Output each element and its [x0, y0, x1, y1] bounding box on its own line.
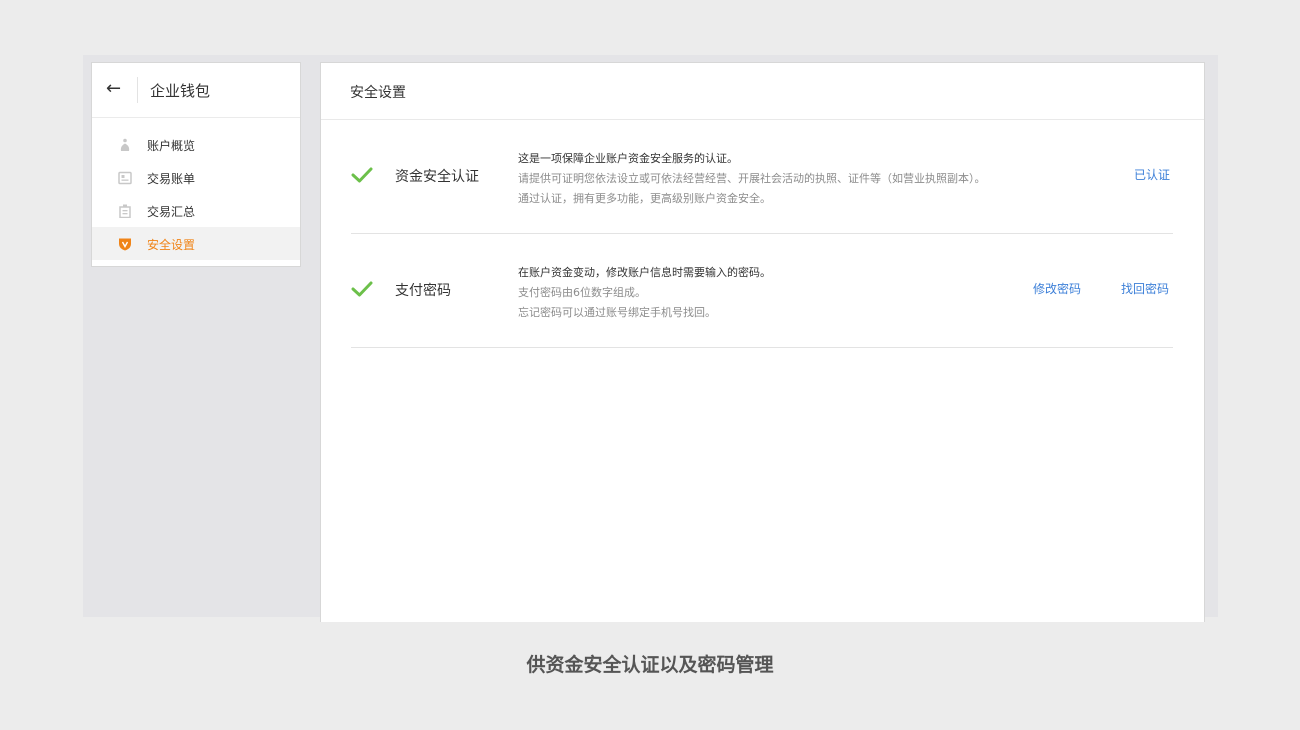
back-arrow-icon[interactable]: ←: [106, 79, 124, 99]
sidebar-item-label: 账户概览: [147, 139, 196, 153]
sidebar-item-account-overview[interactable]: 账户概览: [92, 128, 300, 161]
sidebar-item-label: 安全设置: [147, 238, 196, 252]
main-panel: 安全设置 资金安全认证 这是一项保障企业账户资金安全服务的认证。 请提供可证明您…: [320, 62, 1205, 622]
main-header: 安全设置: [321, 63, 1204, 120]
bill-icon: [118, 171, 132, 185]
sidebar-item-label: 交易账单: [147, 172, 196, 186]
recover-password-link[interactable]: 找回密码: [1121, 280, 1169, 297]
check-icon: [351, 167, 373, 183]
desc-line: 请提供可证明您依法设立或可依法经营经营、开展社会活动的执照、证件等（如营业执照副…: [518, 172, 986, 185]
desc-main: 在账户资金变动，修改账户信息时需要输入的密码。: [518, 266, 771, 279]
check-icon: [351, 281, 373, 297]
row-description: 在账户资金变动，修改账户信息时需要输入的密码。 支付密码由6位数字组成。 忘记密…: [518, 263, 771, 323]
app-frame: ← 企业钱包 账户概览 交易账单 交易汇总 安全设置 安全设置 资金安全认证 这…: [83, 55, 1218, 622]
modify-password-link[interactable]: 修改密码: [1033, 280, 1081, 297]
desc-main: 这是一项保障企业账户资金安全服务的认证。: [518, 152, 738, 165]
sidebar-title: 企业钱包: [150, 82, 211, 100]
money-bag-icon: [120, 138, 130, 151]
sidebar-item-transaction-summary[interactable]: 交易汇总: [92, 194, 300, 227]
page-title: 安全设置: [350, 85, 406, 101]
sidebar-item-label: 交易汇总: [147, 205, 196, 219]
divider: [137, 77, 138, 103]
row-description: 这是一项保障企业账户资金安全服务的认证。 请提供可证明您依法设立或可依法经营经营…: [518, 149, 986, 209]
summary-icon: [119, 204, 131, 218]
shield-icon: [119, 238, 131, 251]
desc-line: 支付密码由6位数字组成。: [518, 286, 646, 299]
security-row-fund-certification: 资金安全认证 这是一项保障企业账户资金安全服务的认证。 请提供可证明您依法设立或…: [351, 119, 1173, 234]
sidebar: ← 企业钱包 账户概览 交易账单 交易汇总 安全设置: [91, 62, 301, 267]
sidebar-menu: 账户概览 交易账单 交易汇总 安全设置: [92, 118, 300, 260]
desc-line: 通过认证，拥有更多功能，更高级别账户资金安全。: [518, 192, 771, 205]
security-row-payment-password: 支付密码 在账户资金变动，修改账户信息时需要输入的密码。 支付密码由6位数字组成…: [351, 233, 1173, 348]
caption: 供资金安全认证以及密码管理: [526, 654, 774, 676]
certified-link[interactable]: 已认证: [1134, 166, 1170, 183]
sidebar-header: ← 企业钱包: [92, 63, 300, 118]
desc-line: 忘记密码可以通过账号绑定手机号找回。: [518, 306, 716, 319]
row-title: 支付密码: [395, 283, 451, 299]
row-title: 资金安全认证: [395, 169, 479, 185]
sidebar-item-security-settings[interactable]: 安全设置: [92, 227, 300, 260]
sidebar-item-transaction-bill[interactable]: 交易账单: [92, 161, 300, 194]
